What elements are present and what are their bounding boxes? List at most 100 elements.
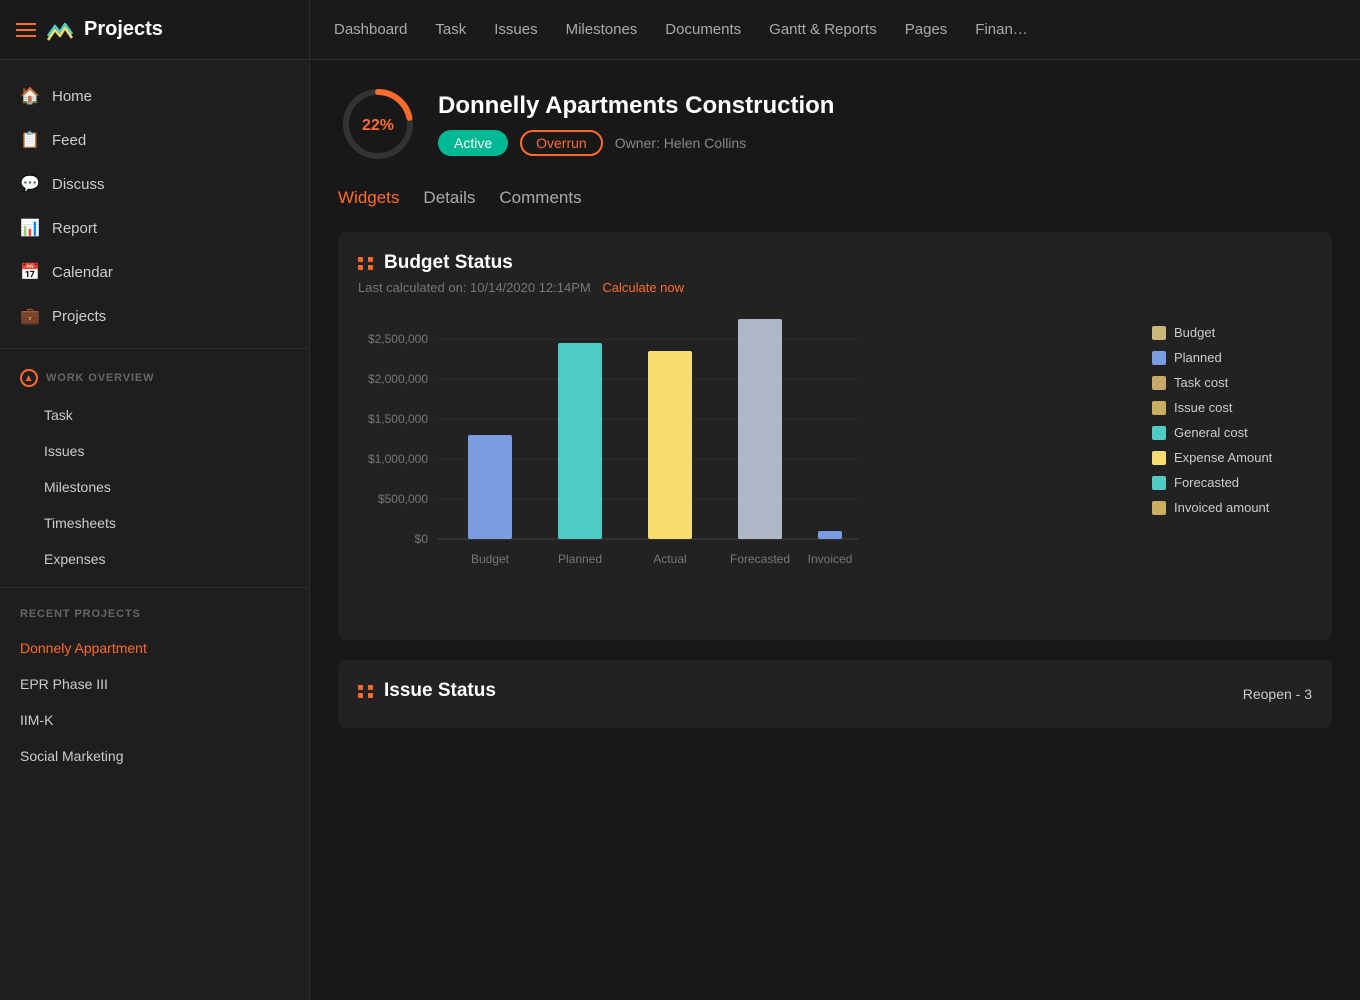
legend-color-budget [1152,326,1166,340]
issue-reopen-label: Reopen - 3 [1243,686,1312,702]
discuss-icon: 💬 [20,174,40,194]
issue-widget-header: Issue Status [358,680,496,702]
legend-color-invoiced-amount [1152,501,1166,515]
nav-dashboard[interactable]: Dashboard [334,21,407,38]
sidebar-item-projects[interactable]: 💼 Projects [0,296,309,336]
svg-text:Invoiced: Invoiced [808,552,853,566]
svg-text:$0: $0 [415,532,429,546]
sidebar-recent-epr[interactable]: EPR Phase III [0,668,309,700]
chart-area: $2,500,000 $2,000,000 $1,500,000 $1,000,… [358,315,1128,620]
budget-widget-header: Budget Status [358,252,1312,274]
sidebar-item-milestones[interactable]: Milestones [0,471,309,503]
legend-planned: Planned [1152,350,1312,365]
issue-widget-icon [358,685,374,698]
page-tabs: Widgets Details Comments [338,188,1332,212]
legend-color-general-cost [1152,426,1166,440]
budget-widget-title: Budget Status [384,252,513,274]
nav-pages[interactable]: Pages [905,21,948,38]
owner-text: Owner: Helen Collins [615,135,747,151]
sidebar: 🏠 Home 📋 Feed 💬 Discuss 📊 Report 📅 Calen… [0,60,310,1000]
sidebar-item-issues[interactable]: Issues [0,435,309,467]
legend-budget: Budget [1152,325,1312,340]
svg-text:$2,500,000: $2,500,000 [368,332,428,346]
sidebar-divider-2 [0,587,309,588]
top-bar: Projects Dashboard Task Issues Milestone… [0,0,1360,60]
nav-gantt[interactable]: Gantt & Reports [769,21,877,38]
top-nav: Dashboard Task Issues Milestones Documen… [310,0,1360,59]
nav-finance[interactable]: Finan… [975,21,1028,38]
legend-task-cost: Task cost [1152,375,1312,390]
legend-color-issue-cost [1152,401,1166,415]
budget-widget-icon [358,257,374,270]
svg-text:$1,500,000: $1,500,000 [368,412,428,426]
sidebar-item-report[interactable]: 📊 Report [0,208,309,248]
issue-status-widget: Issue Status Reopen - 3 [338,660,1332,728]
tab-comments[interactable]: Comments [499,188,581,212]
legend-general-cost: General cost [1152,425,1312,440]
svg-text:22%: 22% [362,117,394,134]
projects-icon: 💼 [20,306,40,326]
sidebar-item-timesheets[interactable]: Timesheets [0,507,309,539]
budget-status-widget: Budget Status Last calculated on: 10/14/… [338,232,1332,640]
legend-color-planned [1152,351,1166,365]
sidebar-divider-1 [0,348,309,349]
chart-legend: Budget Planned Task cost Issue cost [1152,315,1312,515]
app-title: Projects [84,18,163,41]
legend-expense-amount: Expense Amount [1152,450,1312,465]
project-info: Donnelly Apartments Construction Active … [438,92,1332,156]
budget-chart: $2,500,000 $2,000,000 $1,500,000 $1,000,… [358,315,878,615]
badge-overrun[interactable]: Overrun [520,130,603,156]
svg-text:Planned: Planned [558,552,602,566]
issue-widget-header-row: Issue Status Reopen - 3 [358,680,1312,708]
sidebar-item-calendar[interactable]: 📅 Calendar [0,252,309,292]
project-badges: Active Overrun Owner: Helen Collins [438,130,1332,156]
sidebar-label-report: Report [52,220,97,237]
sidebar-label-discuss: Discuss [52,176,105,193]
sidebar-recent-iimk[interactable]: IIM-K [0,704,309,736]
legend-color-forecasted [1152,476,1166,490]
nav-documents[interactable]: Documents [665,21,741,38]
issue-widget-title: Issue Status [384,680,496,702]
project-title: Donnelly Apartments Construction [438,92,1332,120]
nav-task[interactable]: Task [435,21,466,38]
svg-text:$1,000,000: $1,000,000 [368,452,428,466]
hamburger-icon[interactable] [16,23,36,37]
legend-issue-cost: Issue cost [1152,400,1312,415]
legend-forecasted: Forecasted [1152,475,1312,490]
sidebar-item-task[interactable]: Task [0,399,309,431]
sidebar-label-home: Home [52,88,92,105]
sidebar-item-expenses[interactable]: Expenses [0,543,309,575]
calendar-icon: 📅 [20,262,40,282]
home-icon: 🏠 [20,86,40,106]
main-layout: 🏠 Home 📋 Feed 💬 Discuss 📊 Report 📅 Calen… [0,60,1360,1000]
svg-text:Forecasted: Forecasted [730,552,790,566]
chart-container: $2,500,000 $2,000,000 $1,500,000 $1,000,… [358,315,1312,620]
sidebar-label-calendar: Calendar [52,264,113,281]
sidebar-recent-donnely[interactable]: Donnely Appartment [0,632,309,664]
svg-text:$2,000,000: $2,000,000 [368,372,428,386]
sidebar-item-home[interactable]: 🏠 Home [0,76,309,116]
progress-circle: 22% [338,84,418,164]
budget-widget-subtitle: Last calculated on: 10/14/2020 12:14PM C… [358,280,1312,295]
recent-projects-section: RECENT PROJECTS [0,600,309,628]
sidebar-label-projects: Projects [52,308,106,325]
tab-details[interactable]: Details [423,188,475,212]
legend-color-task-cost [1152,376,1166,390]
sidebar-recent-social[interactable]: Social Marketing [0,740,309,772]
nav-issues[interactable]: Issues [494,21,537,38]
sidebar-header: Projects [0,0,310,59]
sidebar-item-feed[interactable]: 📋 Feed [0,120,309,160]
legend-color-expense-amount [1152,451,1166,465]
badge-active[interactable]: Active [438,130,508,156]
report-icon: 📊 [20,218,40,238]
legend-invoiced-amount: Invoiced amount [1152,500,1312,515]
sidebar-item-discuss[interactable]: 💬 Discuss [0,164,309,204]
project-header: 22% Donnelly Apartments Construction Act… [338,84,1332,164]
feed-icon: 📋 [20,130,40,150]
content-area: 22% Donnelly Apartments Construction Act… [310,60,1360,1000]
tab-widgets[interactable]: Widgets [338,188,399,212]
nav-milestones[interactable]: Milestones [566,21,638,38]
calculate-now-link[interactable]: Calculate now [602,280,684,295]
sidebar-label-feed: Feed [52,132,86,149]
svg-text:Budget: Budget [471,552,510,566]
